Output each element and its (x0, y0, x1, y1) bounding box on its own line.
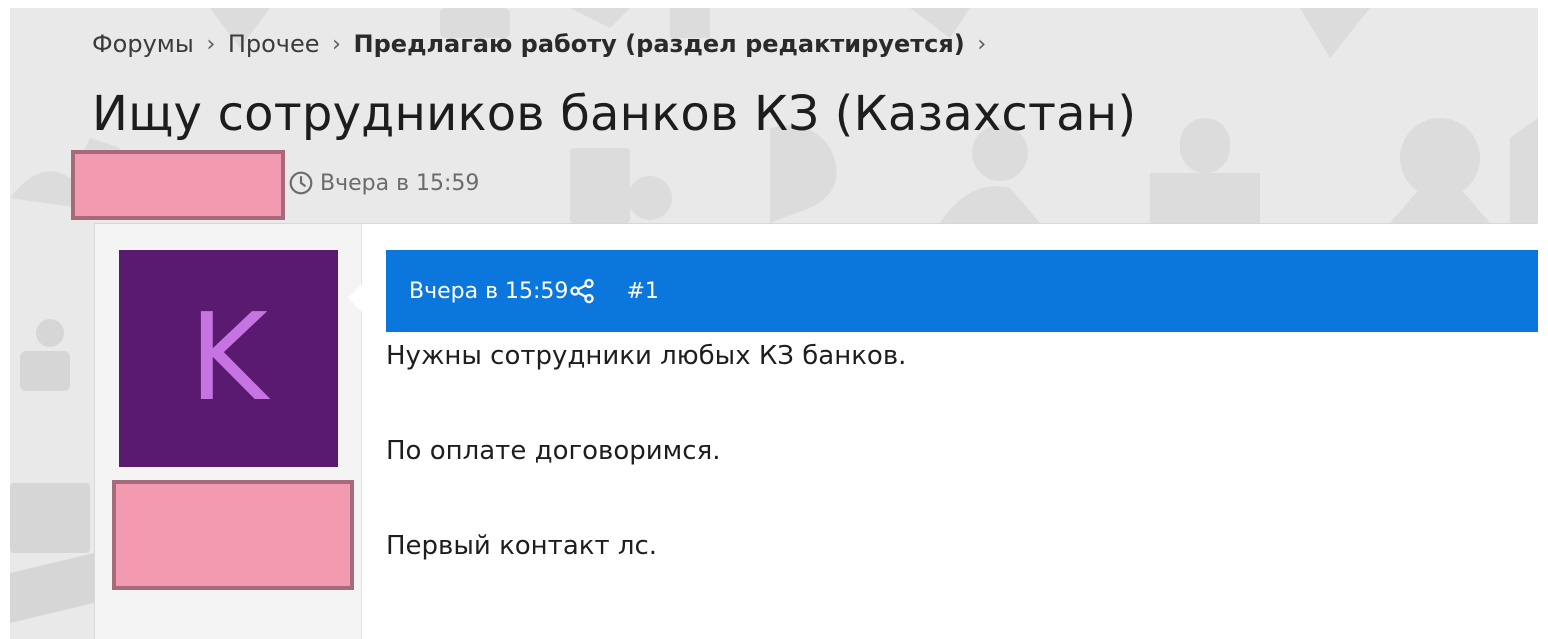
post-number-link[interactable]: #1 (626, 279, 658, 304)
post-date-link[interactable]: Вчера в 15:59 (409, 279, 568, 304)
post-header-bar: Вчера в 15:59 #1 (386, 250, 1538, 332)
breadcrumb: Форумы › Прочее › Предлагаю работу (разд… (92, 28, 999, 60)
redacted-username (112, 480, 354, 590)
thread-title: Ищу сотрудников банков КЗ (Казахстан) (92, 86, 1137, 142)
post-content: Нужны сотрудники любых КЗ банков. По опл… (386, 332, 1506, 570)
chevron-right-icon: › (977, 31, 987, 57)
thread-start-time[interactable]: Вчера в 15:59 (320, 171, 479, 196)
post-text-line: Первый контакт лс. (386, 531, 658, 561)
chevron-right-icon: › (206, 31, 216, 57)
decorative-background-pattern (10, 319, 94, 623)
breadcrumb-item-job-offers[interactable]: Предлагаю работу (раздел редактируется) (354, 30, 965, 58)
breadcrumb-item-other[interactable]: Прочее (228, 30, 320, 58)
page-frame: Форумы › Прочее › Предлагаю работу (разд… (10, 8, 1538, 639)
avatar[interactable]: K (119, 250, 338, 467)
clock-icon (289, 171, 313, 195)
share-icon[interactable] (568, 277, 596, 305)
thread-meta: Вчера в 15:59 (288, 166, 479, 200)
redacted-author-name (71, 150, 285, 220)
decorative-side-pattern (10, 223, 94, 639)
chevron-right-icon: › (332, 31, 341, 57)
breadcrumb-item-forums[interactable]: Форумы (92, 30, 194, 58)
post-pointer-arrow (348, 284, 362, 312)
post-text-line: Нужны сотрудники любых КЗ банков. (386, 341, 907, 371)
post-text-line: По оплате договоримся. (386, 436, 721, 466)
